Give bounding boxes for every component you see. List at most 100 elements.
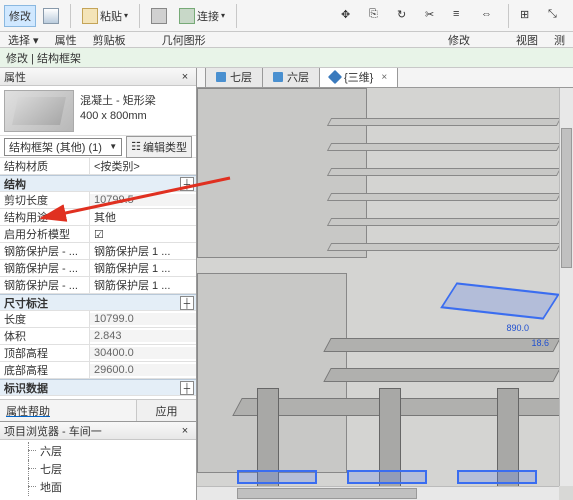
separator bbox=[508, 4, 509, 28]
trim-button[interactable]: ✂ bbox=[420, 5, 446, 27]
properties-grid[interactable]: 结构材质<按类别>结构┼剪切长度10799.5结构用途其他启用分析模型☑钢筋保护… bbox=[0, 158, 196, 399]
group-label: 标识数据 bbox=[0, 380, 180, 396]
property-row[interactable]: 结构用途其他 bbox=[0, 209, 196, 226]
array-icon: ⊞ bbox=[520, 8, 536, 24]
horizontal-scrollbar[interactable] bbox=[197, 486, 559, 500]
view-tab[interactable]: 七层 bbox=[205, 68, 263, 87]
group-geometry: 几何图形 bbox=[154, 32, 214, 47]
scrollbar-thumb[interactable] bbox=[561, 128, 572, 268]
type-size: 400 x 800mm bbox=[80, 109, 156, 124]
property-value[interactable]: 其他 bbox=[90, 209, 196, 225]
group-clipboard: 剪贴板 bbox=[85, 32, 134, 47]
properties-footer: 属性帮助 应用 bbox=[0, 399, 196, 421]
edit-type-icon: ☷ bbox=[131, 140, 141, 153]
tree-item[interactable]: 地面 bbox=[0, 478, 196, 496]
type-preview[interactable]: 混凝土 - 矩形梁 400 x 800mm bbox=[0, 86, 196, 136]
close-icon[interactable]: × bbox=[178, 70, 192, 84]
tree-item[interactable]: 七层 bbox=[0, 460, 196, 478]
browser-header[interactable]: 项目浏览器 - 车间一 × bbox=[0, 422, 196, 440]
property-value[interactable]: 钢筋保护层 1 ... bbox=[90, 277, 196, 293]
type-thumbnail bbox=[4, 90, 74, 132]
view-tabs: 七层 六层 {三维} × bbox=[197, 68, 573, 88]
expand-icon[interactable]: ┼ bbox=[180, 177, 194, 191]
close-icon[interactable]: × bbox=[178, 424, 192, 438]
property-value[interactable]: <按类别> bbox=[90, 158, 196, 174]
properties-help-link[interactable]: 属性帮助 bbox=[0, 400, 136, 421]
crop-region-segment[interactable] bbox=[237, 470, 317, 484]
model-view[interactable]: 890.0 18.6 bbox=[197, 88, 559, 486]
view-tab-label: 六层 bbox=[287, 69, 309, 85]
dimension-annotation: 18.6 bbox=[531, 338, 549, 348]
apply-button[interactable]: 应用 bbox=[136, 400, 196, 421]
separator bbox=[139, 4, 140, 28]
property-group-header[interactable]: 结构┼ bbox=[0, 175, 196, 192]
property-name: 启用分析模型 bbox=[0, 226, 90, 242]
group-select[interactable]: 选择 ▾ bbox=[0, 32, 47, 47]
property-group-header[interactable]: 尺寸标注┼ bbox=[0, 294, 196, 311]
view-tab[interactable]: 六层 bbox=[262, 68, 320, 87]
array-button[interactable]: ⊞ bbox=[515, 5, 541, 27]
property-value[interactable]: 钢筋保护层 1 ... bbox=[90, 243, 196, 259]
properties-panel-header[interactable]: 属性 × bbox=[0, 68, 196, 86]
scale-button[interactable]: ⤡ bbox=[543, 5, 569, 27]
property-name: 长度 bbox=[0, 311, 90, 327]
property-row[interactable]: 长度10799.0 bbox=[0, 311, 196, 328]
property-row[interactable]: 剪切长度10799.5 bbox=[0, 192, 196, 209]
selected-beam[interactable] bbox=[440, 282, 559, 319]
property-value[interactable]: ☑ bbox=[90, 228, 196, 241]
scrollbar-thumb[interactable] bbox=[237, 488, 417, 499]
instance-selector-text: 结构框架 (其他) (1) bbox=[9, 139, 102, 155]
property-value: 10799.0 bbox=[90, 313, 196, 325]
tree-item[interactable]: 六层 bbox=[0, 442, 196, 460]
plan-icon bbox=[216, 72, 226, 82]
move-button[interactable]: ✥ bbox=[336, 5, 362, 27]
browser-tree[interactable]: 六层七层地面 bbox=[0, 440, 196, 500]
property-row[interactable]: 结构材质<按类别> bbox=[0, 158, 196, 175]
group-modify: 修改 bbox=[440, 32, 478, 47]
props-button[interactable] bbox=[38, 5, 64, 27]
align-button[interactable]: ≡ bbox=[448, 5, 474, 27]
left-panel: 属性 × 混凝土 - 矩形梁 400 x 800mm 结构框架 (其他) (1)… bbox=[0, 68, 197, 500]
group-label: 结构 bbox=[0, 176, 180, 192]
paste-button[interactable]: 粘贴▾ bbox=[77, 5, 133, 27]
instance-selector[interactable]: 结构框架 (其他) (1) ▼ bbox=[4, 138, 122, 156]
cut-geom-button[interactable] bbox=[146, 5, 172, 27]
dimension-annotation: 890.0 bbox=[506, 323, 529, 333]
property-row[interactable]: 顶部高程30400.0 bbox=[0, 345, 196, 362]
property-group-header[interactable]: 标识数据┼ bbox=[0, 379, 196, 396]
edit-type-label: 编辑类型 bbox=[143, 139, 187, 155]
view-tab[interactable]: {三维} × bbox=[319, 68, 398, 87]
connect-button[interactable]: 连接▾ bbox=[174, 5, 230, 27]
group-measure: 测 bbox=[546, 32, 573, 47]
property-row[interactable]: 底部高程29600.0 bbox=[0, 362, 196, 379]
group-props: 属性 bbox=[47, 32, 85, 47]
property-row[interactable]: 钢筋保护层 - ...钢筋保护层 1 ... bbox=[0, 277, 196, 294]
browser-title: 项目浏览器 - 车间一 bbox=[4, 423, 102, 439]
modify-tab[interactable]: 修改 bbox=[4, 5, 36, 27]
property-row[interactable]: 钢筋保护层 - ...钢筋保护层 1 ... bbox=[0, 243, 196, 260]
property-value[interactable]: 钢筋保护层 1 ... bbox=[90, 260, 196, 276]
close-icon[interactable]: × bbox=[381, 72, 387, 83]
property-row[interactable]: 启用分析模型☑ bbox=[0, 226, 196, 243]
separator bbox=[236, 4, 237, 28]
crop-region-segment[interactable] bbox=[347, 470, 427, 484]
property-value: 2.843 bbox=[90, 330, 196, 342]
edit-type-button[interactable]: ☷ 编辑类型 bbox=[126, 136, 192, 158]
type-text: 混凝土 - 矩形梁 400 x 800mm bbox=[74, 90, 162, 131]
ribbon-group-labels: 选择 ▾ 属性 剪贴板 几何图形 修改 视图 测 bbox=[0, 32, 573, 48]
view-tab-label: {三维} bbox=[344, 69, 373, 85]
vertical-scrollbar[interactable] bbox=[559, 88, 573, 486]
cut-geom-icon bbox=[151, 8, 167, 24]
ribbon: 修改 粘贴▾ 连接▾ ✥ ⎘ ↻ ✂ ≡ ⇔ ⊞ ⤡ bbox=[0, 0, 573, 32]
move-icon: ✥ bbox=[341, 8, 357, 24]
rotate-button[interactable]: ↻ bbox=[392, 5, 418, 27]
expand-icon[interactable]: ┼ bbox=[180, 381, 194, 395]
project-browser: 项目浏览器 - 车间一 × 六层七层地面 bbox=[0, 421, 196, 500]
property-row[interactable]: 钢筋保护层 - ...钢筋保护层 1 ... bbox=[0, 260, 196, 277]
property-value: 29600.0 bbox=[90, 364, 196, 376]
mirror-button[interactable]: ⇔ bbox=[476, 5, 502, 27]
property-row[interactable]: 体积2.843 bbox=[0, 328, 196, 345]
crop-region-segment[interactable] bbox=[457, 470, 537, 484]
copy-button[interactable]: ⎘ bbox=[364, 5, 390, 27]
expand-icon[interactable]: ┼ bbox=[180, 296, 194, 310]
